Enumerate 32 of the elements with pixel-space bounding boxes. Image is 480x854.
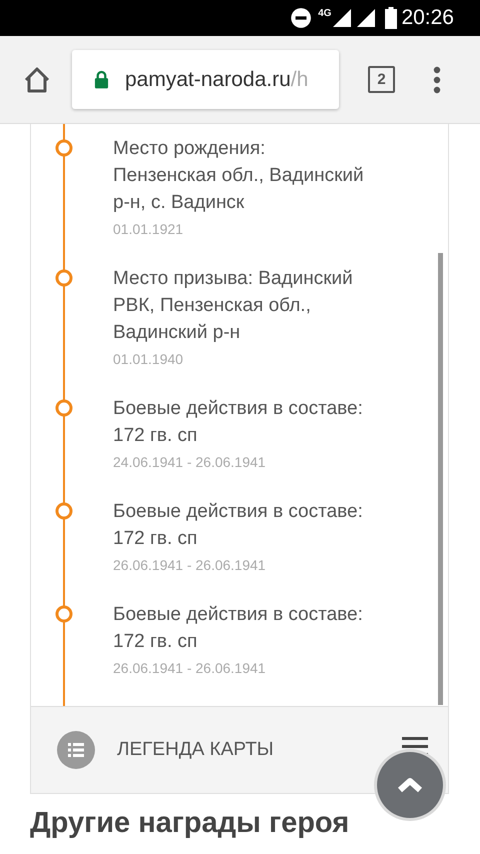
menu-icon[interactable] <box>433 66 441 94</box>
event-date: 24.06.1941 - 26.06.1941 <box>113 453 267 472</box>
event-title: Боевые действия в составе: 172 гв. сп <box>113 397 364 448</box>
timeline-marker-icon <box>54 138 74 158</box>
address-bar[interactable]: pamyat-naroda.ru/h <box>72 50 339 109</box>
battery-icon <box>385 7 398 29</box>
clock: 20:26 <box>401 6 454 30</box>
event-title: Место призыва: Вадинский РВК, Пензенская обл., Вадинский р-н <box>113 267 354 345</box>
list-icon[interactable] <box>57 731 95 769</box>
event-date: 26.06.1941 - 26.06.1941 <box>113 659 267 678</box>
timeline-marker-icon <box>54 604 74 624</box>
event-title: Боевые действия в составе: 172 гв. сп <box>113 500 364 551</box>
tab-count-button[interactable]: 2 <box>368 66 395 93</box>
event-date: 01.01.1940 <box>113 350 184 369</box>
home-icon[interactable] <box>22 64 52 94</box>
event-date: 26.06.1941 - 26.06.1941 <box>113 556 267 575</box>
event-title: Боевые действия в составе: 172 гв. сп <box>113 603 364 654</box>
timeline-marker-icon <box>54 501 74 521</box>
scroll-to-top-button[interactable] <box>373 748 447 822</box>
lock-icon <box>94 70 109 89</box>
do-not-disturb-icon <box>290 7 312 29</box>
network-type: 4G <box>318 8 332 19</box>
legend-label[interactable]: ЛЕГЕНДА КАРТЫ <box>117 739 274 761</box>
signal-icon <box>333 9 352 27</box>
section-heading: Другие награды героя <box>30 806 350 840</box>
url-text: pamyat-naroda.ru/h <box>125 68 308 92</box>
signal-icon <box>357 9 376 27</box>
timeline-marker-icon <box>54 268 74 288</box>
event-date: 01.01.1921 <box>113 220 184 239</box>
scrollbar-thumb[interactable] <box>438 253 443 705</box>
event-title: Место рождения: Пензенская обл., Вадинский р-н, с. Вадинск <box>113 137 365 215</box>
timeline-marker-icon <box>54 398 74 418</box>
